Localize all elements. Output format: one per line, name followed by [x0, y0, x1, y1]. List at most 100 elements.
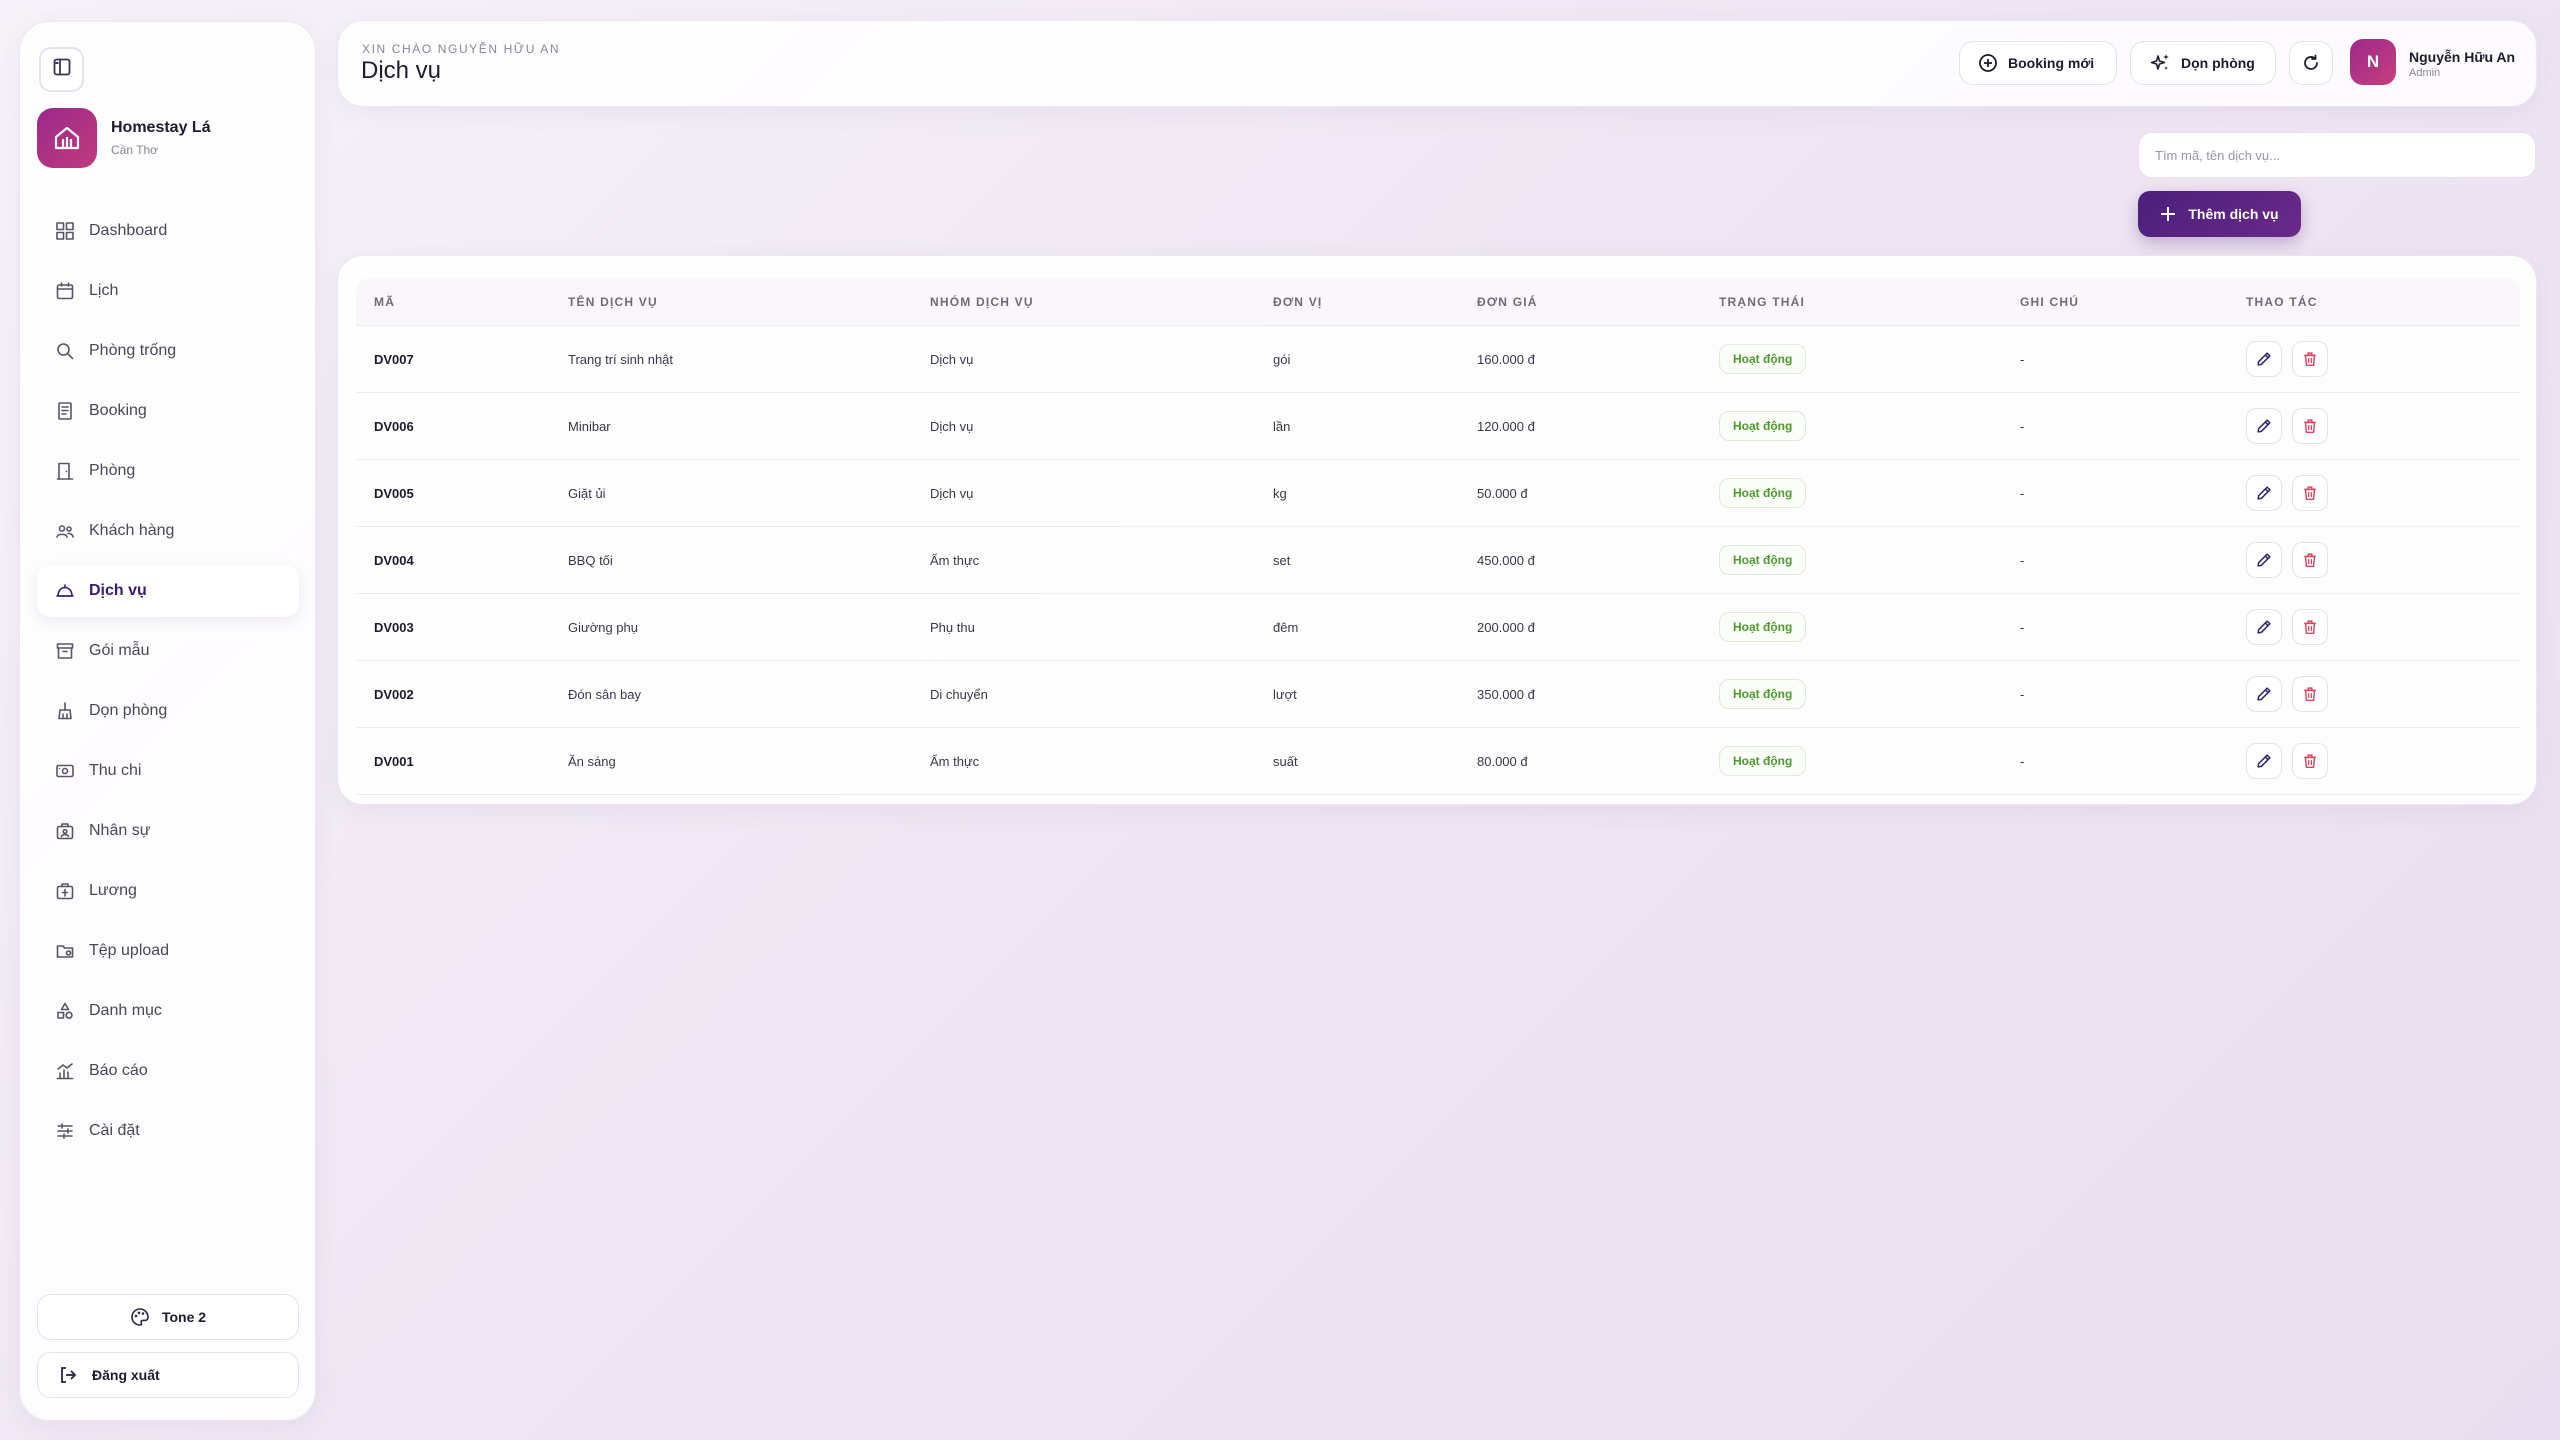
delete-button[interactable]: [2292, 743, 2328, 779]
cell-group: Dịch vụ: [930, 486, 974, 501]
sidebar-item-nhan-su[interactable]: Nhân sự: [37, 805, 299, 857]
delete-button[interactable]: [2292, 475, 2328, 511]
plus-icon: [2160, 206, 2176, 222]
cell-code: DV007: [374, 352, 414, 367]
palette-icon: [130, 1307, 150, 1327]
cleaning-button[interactable]: Dọn phòng: [2130, 41, 2276, 85]
cell-name: Trang trí sinh nhật: [568, 352, 674, 367]
tone-label: Tone 2: [161, 1309, 207, 1325]
users-icon: [55, 521, 75, 541]
cell-note: -: [2020, 754, 2025, 769]
sidebar-item-lich[interactable]: Lịch: [37, 265, 299, 317]
sidebar-item-label: Thu chi: [89, 762, 142, 779]
cell-price: 450.000 đ: [1477, 553, 1535, 568]
table-row: DV006 Minibar Dịch vụ lần 120.000 đ Hoạt động…: [356, 393, 2520, 460]
sidebar-item-luong[interactable]: Lương: [37, 865, 299, 917]
pencil-icon: [2255, 618, 2273, 636]
sidebar-item-dashboard[interactable]: Dashboard: [37, 205, 299, 257]
sidebar-item-label: Gói mẫu: [89, 642, 150, 659]
shapes-icon: [55, 1001, 75, 1021]
receipt-icon: [55, 401, 75, 421]
sidebar-toggle-icon: [52, 57, 72, 82]
sidebar-item-tep-upload[interactable]: Tệp upload: [37, 925, 299, 977]
new-booking-label: Booking mới: [2008, 55, 2095, 71]
status-badge: Hoạt động: [1719, 746, 1807, 776]
sidebar-item-label: Dịch vụ: [89, 582, 147, 599]
salary-icon: [55, 881, 75, 901]
add-service-button[interactable]: Thêm dịch vụ: [2138, 191, 2301, 237]
chart-icon: [55, 1061, 75, 1081]
user-name: Nguyễn Hữu An: [2409, 49, 2516, 65]
delete-button[interactable]: [2292, 408, 2328, 444]
edit-button[interactable]: [2246, 408, 2282, 444]
sidebar-item-booking[interactable]: Booking: [37, 385, 299, 437]
sidebar-item-bao-cao[interactable]: Báo cáo: [37, 1045, 299, 1097]
delete-button[interactable]: [2292, 542, 2328, 578]
edit-button[interactable]: [2246, 542, 2282, 578]
table-row: DV004 BBQ tối Ẩm thực set 450.000 đ Hoạt động…: [356, 527, 2520, 594]
cell-price: 350.000 đ: [1477, 687, 1535, 702]
sidebar-item-goi-mau[interactable]: Gói mẫu: [37, 625, 299, 677]
edit-button[interactable]: [2246, 341, 2282, 377]
cell-unit: gói: [1273, 352, 1291, 367]
edit-button[interactable]: [2246, 609, 2282, 645]
sidebar-item-label: Khách hàng: [89, 522, 175, 539]
trash-icon: [2301, 484, 2319, 502]
sidebar-item-label: Lương: [89, 882, 137, 899]
cell-unit: kg: [1273, 486, 1287, 501]
edit-button[interactable]: [2246, 475, 2282, 511]
calendar-icon: [55, 281, 75, 301]
sidebar-item-phong[interactable]: Phòng: [37, 445, 299, 497]
cell-group: Dịch vụ: [930, 352, 974, 367]
cell-unit: lượt: [1273, 687, 1297, 702]
cleaning-label: Dọn phòng: [2181, 55, 2255, 71]
table-row: DV005 Giặt ủi Dịch vụ kg 50.000 đ Hoạt động -: [356, 460, 2520, 527]
sidebar-item-phong-trong[interactable]: Phòng trống: [37, 325, 299, 377]
cell-group: Dịch vụ: [930, 419, 974, 434]
trash-icon: [2301, 685, 2319, 703]
top-header: XIN CHÀO NGUYỄN HỮU AN Dịch vụ Booking m…: [337, 20, 2537, 107]
sidebar-item-label: Booking: [89, 402, 147, 419]
user-avatar[interactable]: N: [2350, 39, 2396, 85]
sidebar: Homestay Lá Cần Thơ Dashboard Lịch Phòng t…: [19, 21, 316, 1421]
logout-icon: [58, 1365, 78, 1385]
tone-button[interactable]: Tone 2: [37, 1294, 299, 1340]
sidebar-item-khach-hang[interactable]: Khách hàng: [37, 505, 299, 557]
delete-button[interactable]: [2292, 609, 2328, 645]
sliders-icon: [55, 1121, 75, 1141]
staff-icon: [55, 821, 75, 841]
edit-button[interactable]: [2246, 676, 2282, 712]
column-header-actions: THAO TÁC: [2246, 295, 2318, 309]
sidebar-item-dich-vu[interactable]: Dịch vụ: [37, 565, 299, 617]
sidebar-item-danh-muc[interactable]: Danh mục: [37, 985, 299, 1037]
dashboard-icon: [55, 221, 75, 241]
cell-note: -: [2020, 620, 2025, 635]
sidebar-toggle-button[interactable]: [39, 47, 84, 92]
new-booking-button[interactable]: Booking mới: [1959, 41, 2117, 85]
cell-price: 160.000 đ: [1477, 352, 1535, 367]
sidebar-item-cai-dat[interactable]: Cài đặt: [37, 1105, 299, 1157]
sidebar-item-label: Nhân sự: [89, 822, 151, 839]
sidebar-nav: Dashboard Lịch Phòng trống Booking Phòng Khác…: [37, 205, 299, 1165]
sidebar-item-thu-chi[interactable]: Thu chi: [37, 745, 299, 797]
refresh-button[interactable]: [2289, 41, 2333, 85]
table-row: DV002 Đón sân bay Di chuyển lượt 350.000 đ Ho…: [356, 661, 2520, 728]
cell-note: -: [2020, 553, 2025, 568]
cell-price: 120.000 đ: [1477, 419, 1535, 434]
logout-button[interactable]: Đăng xuất: [37, 1352, 299, 1398]
trash-icon: [2301, 752, 2319, 770]
edit-button[interactable]: [2246, 743, 2282, 779]
delete-button[interactable]: [2292, 341, 2328, 377]
sidebar-item-don-phong[interactable]: Dọn phòng: [37, 685, 299, 737]
service-bell-icon: [55, 581, 75, 601]
pencil-icon: [2255, 551, 2273, 569]
cell-name: Ăn sáng: [568, 754, 616, 769]
sidebar-item-label: Dọn phòng: [89, 702, 168, 719]
search-input[interactable]: [2138, 132, 2536, 178]
homestay-logo-icon: [37, 108, 97, 168]
column-header-unit: ĐƠN VỊ: [1273, 295, 1323, 309]
cell-note: -: [2020, 419, 2025, 434]
delete-button[interactable]: [2292, 676, 2328, 712]
cell-group: Ẩm thực: [930, 754, 980, 769]
column-header-name: TÊN DỊCH VỤ: [568, 295, 658, 309]
